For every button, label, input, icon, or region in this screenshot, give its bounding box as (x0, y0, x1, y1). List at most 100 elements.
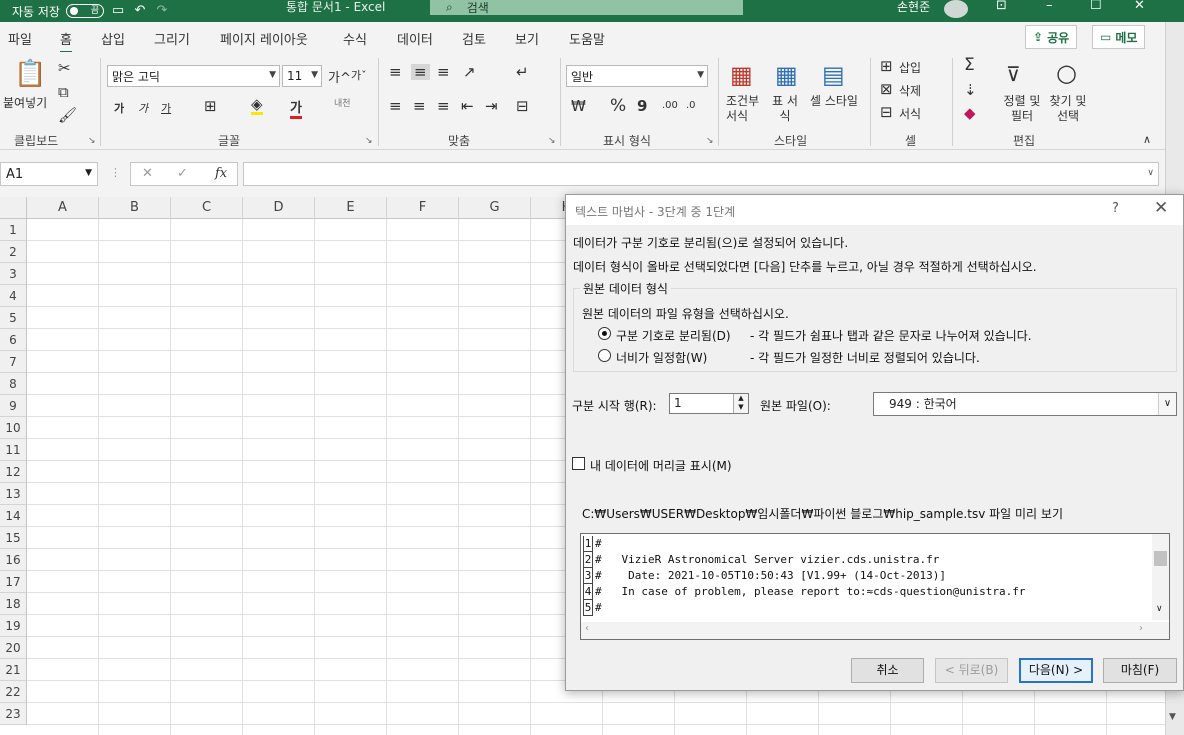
column-header[interactable]: G (459, 197, 531, 219)
scroll-down-icon[interactable]: ▼ (1169, 712, 1176, 722)
fill-icon[interactable]: ⇣ (964, 82, 977, 98)
cell-styles-button[interactable]: 셀 스타일 (809, 94, 859, 109)
paste-icon[interactable]: 📋 (14, 60, 46, 88)
back-button[interactable]: < 뒤로(B) (935, 658, 1008, 683)
row-header[interactable]: 17 (0, 571, 27, 593)
search-box[interactable]: ⌕ 검색 (430, 0, 743, 15)
file-preview[interactable]: 1 #2 # VizieR Astronomical Server vizier.c… (580, 533, 1170, 640)
column-header[interactable]: C (171, 197, 243, 219)
start-row-spinner[interactable]: 1 ▲ ▼ (669, 393, 749, 414)
tab-file[interactable]: 파일 (8, 29, 32, 48)
scroll-right-icon[interactable]: › (1139, 623, 1143, 634)
row-header[interactable]: 16 (0, 549, 27, 571)
fill-color-icon[interactable]: ◈ (251, 96, 263, 115)
headers-checkbox-label[interactable]: 내 데이터에 머리글 표시(M) (590, 457, 732, 474)
format-cells-button[interactable]: 서식 (899, 105, 921, 122)
delete-cells-button[interactable]: 삭제 (899, 82, 921, 99)
sort-filter-button[interactable]: 정렬 및 필터 (1000, 94, 1044, 124)
conditional-format-button[interactable]: 조건부 서식 (726, 94, 766, 124)
align-right-icon[interactable]: ≡ (437, 98, 450, 114)
maximize-icon[interactable]: ☐ (1090, 0, 1102, 12)
row-header[interactable]: 11 (0, 439, 27, 461)
row-header[interactable]: 4 (0, 285, 27, 307)
help-button[interactable]: ? (1112, 201, 1119, 216)
row-header[interactable]: 9 (0, 395, 27, 417)
insert-cells-button[interactable]: 삽입 (899, 59, 921, 76)
tab-home[interactable]: 홈 (60, 29, 72, 53)
increase-decimal-icon[interactable]: .00 (662, 98, 678, 114)
undo-icon[interactable]: ↶ (132, 4, 148, 18)
tab-data[interactable]: 데이터 (397, 29, 433, 48)
align-top-icon[interactable]: ≡ (389, 64, 402, 80)
row-header[interactable]: 7 (0, 351, 27, 373)
align-middle-icon[interactable]: ≡ (411, 64, 430, 80)
shrink-font-button[interactable]: 가ˇ (351, 67, 367, 83)
close-window-icon[interactable]: ✕ (1134, 0, 1145, 12)
headers-checkbox[interactable] (572, 457, 585, 470)
row-header[interactable]: 5 (0, 307, 27, 329)
comma-style-icon[interactable]: 9 (637, 98, 647, 114)
chevron-down-icon[interactable]: ∨ (1158, 393, 1176, 415)
tab-page-layout[interactable]: 페이지 레이아웃 (220, 29, 308, 48)
format-table-button[interactable]: 표 서식 (770, 94, 800, 124)
merge-center-icon[interactable]: ⊟ (516, 98, 529, 114)
clear-icon[interactable]: ◆ (964, 105, 976, 121)
autosum-icon[interactable]: Σ (964, 57, 975, 74)
row-header[interactable]: 19 (0, 615, 27, 637)
bold-button[interactable]: 가 (114, 100, 124, 116)
align-bottom-icon[interactable]: ≡ (437, 64, 450, 80)
row-header[interactable]: 14 (0, 505, 27, 527)
row-header[interactable]: 18 (0, 593, 27, 615)
preview-horizontal-scrollbar[interactable]: ‹ › (581, 622, 1169, 639)
minimize-icon[interactable]: – (1046, 0, 1053, 12)
tab-view[interactable]: 보기 (515, 29, 539, 48)
align-left-icon[interactable]: ≡ (389, 98, 402, 114)
align-center-icon[interactable]: ≡ (413, 98, 426, 114)
user-name[interactable]: 손현준 (897, 0, 930, 14)
row-header[interactable]: 22 (0, 681, 27, 703)
collapse-ribbon-icon[interactable]: ∧ (1143, 132, 1151, 148)
row-header[interactable]: 2 (0, 241, 27, 263)
increase-indent-icon[interactable]: ⇥ (485, 98, 498, 114)
paste-button[interactable]: 붙여넣기 (3, 94, 47, 111)
row-header[interactable]: 6 (0, 329, 27, 351)
finish-button[interactable]: 마침(F) (1103, 658, 1177, 683)
autosave-toggle[interactable]: 끔 (65, 4, 104, 18)
option-delimited-label[interactable]: 구분 기호로 분리됨(D) (616, 327, 731, 344)
decrease-indent-icon[interactable]: ⇤ (461, 98, 474, 114)
confirm-entry-icon[interactable]: ✓ (177, 166, 188, 181)
number-launcher-icon[interactable]: ↘ (706, 136, 714, 146)
cell-styles-icon[interactable]: ▤ (822, 62, 845, 88)
format-painter-icon[interactable]: 🖌 (58, 107, 77, 123)
name-box[interactable]: A1 ▼ (0, 162, 98, 186)
accounting-format-icon[interactable]: ₩ (571, 98, 586, 114)
orientation-icon[interactable]: ↗ (463, 64, 476, 80)
file-origin-select[interactable]: 949 : 한국어 ∨ (873, 392, 1177, 416)
expand-formula-icon[interactable]: ∨ (1147, 168, 1154, 178)
option-fixed-label[interactable]: 너비가 일정함(W) (616, 349, 707, 366)
scroll-left-icon[interactable]: ‹ (585, 623, 589, 634)
avatar[interactable] (944, 0, 968, 18)
row-header[interactable]: 8 (0, 373, 27, 395)
clipboard-launcher-icon[interactable]: ↘ (88, 136, 96, 146)
find-select-button[interactable]: 찾기 및 선택 (1046, 94, 1090, 124)
column-header[interactable]: E (315, 197, 387, 219)
column-header[interactable]: F (387, 197, 459, 219)
radio-fixed-width[interactable] (598, 349, 611, 362)
row-header[interactable]: 23 (0, 703, 27, 725)
font-launcher-icon[interactable]: ↘ (365, 136, 373, 146)
underline-button[interactable]: 가 (161, 100, 171, 116)
share-button[interactable]: ⇪ 공유 (1025, 25, 1078, 49)
memo-button[interactable]: ▭ 메모 (1092, 25, 1146, 49)
font-size-select[interactable]: 11 ▼ (282, 65, 322, 87)
save-icon[interactable]: ▭ (110, 4, 126, 18)
tab-insert[interactable]: 삽입 (101, 29, 125, 48)
tab-review[interactable]: 검토 (462, 29, 486, 48)
scroll-thumb[interactable] (1154, 551, 1167, 566)
phonetic-button[interactable]: 내천 (334, 96, 351, 109)
radio-delimited[interactable] (598, 327, 611, 340)
conditional-format-icon[interactable]: ▦ (730, 62, 753, 88)
cancel-button[interactable]: 취소 (851, 658, 924, 683)
row-header[interactable]: 3 (0, 263, 27, 285)
font-name-select[interactable]: 맑은 고딕 ▼ (107, 65, 280, 87)
